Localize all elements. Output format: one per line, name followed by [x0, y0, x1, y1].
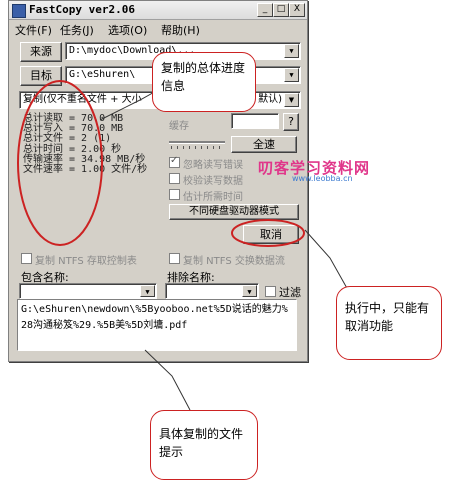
cancel-callout-text: 执行中，只能有取消功能 [345, 301, 430, 333]
progress-callout-text: 复制的总体进度信息 [161, 61, 246, 93]
file-callout-text: 具体复制的文件提示 [159, 427, 244, 459]
file-callout: 具体复制的文件提示 [150, 410, 258, 480]
cancel-callout-pointer [304, 229, 349, 291]
progress-highlight-ellipse [17, 80, 103, 246]
progress-callout: 复制的总体进度信息 [152, 52, 256, 112]
watermark-url: www.leobba.cn [292, 174, 353, 183]
file-callout-pointer [144, 349, 191, 411]
cancel-callout: 执行中，只能有取消功能 [336, 286, 442, 360]
progress-callout-pointer [99, 89, 159, 121]
cancel-highlight-ellipse [231, 219, 305, 247]
